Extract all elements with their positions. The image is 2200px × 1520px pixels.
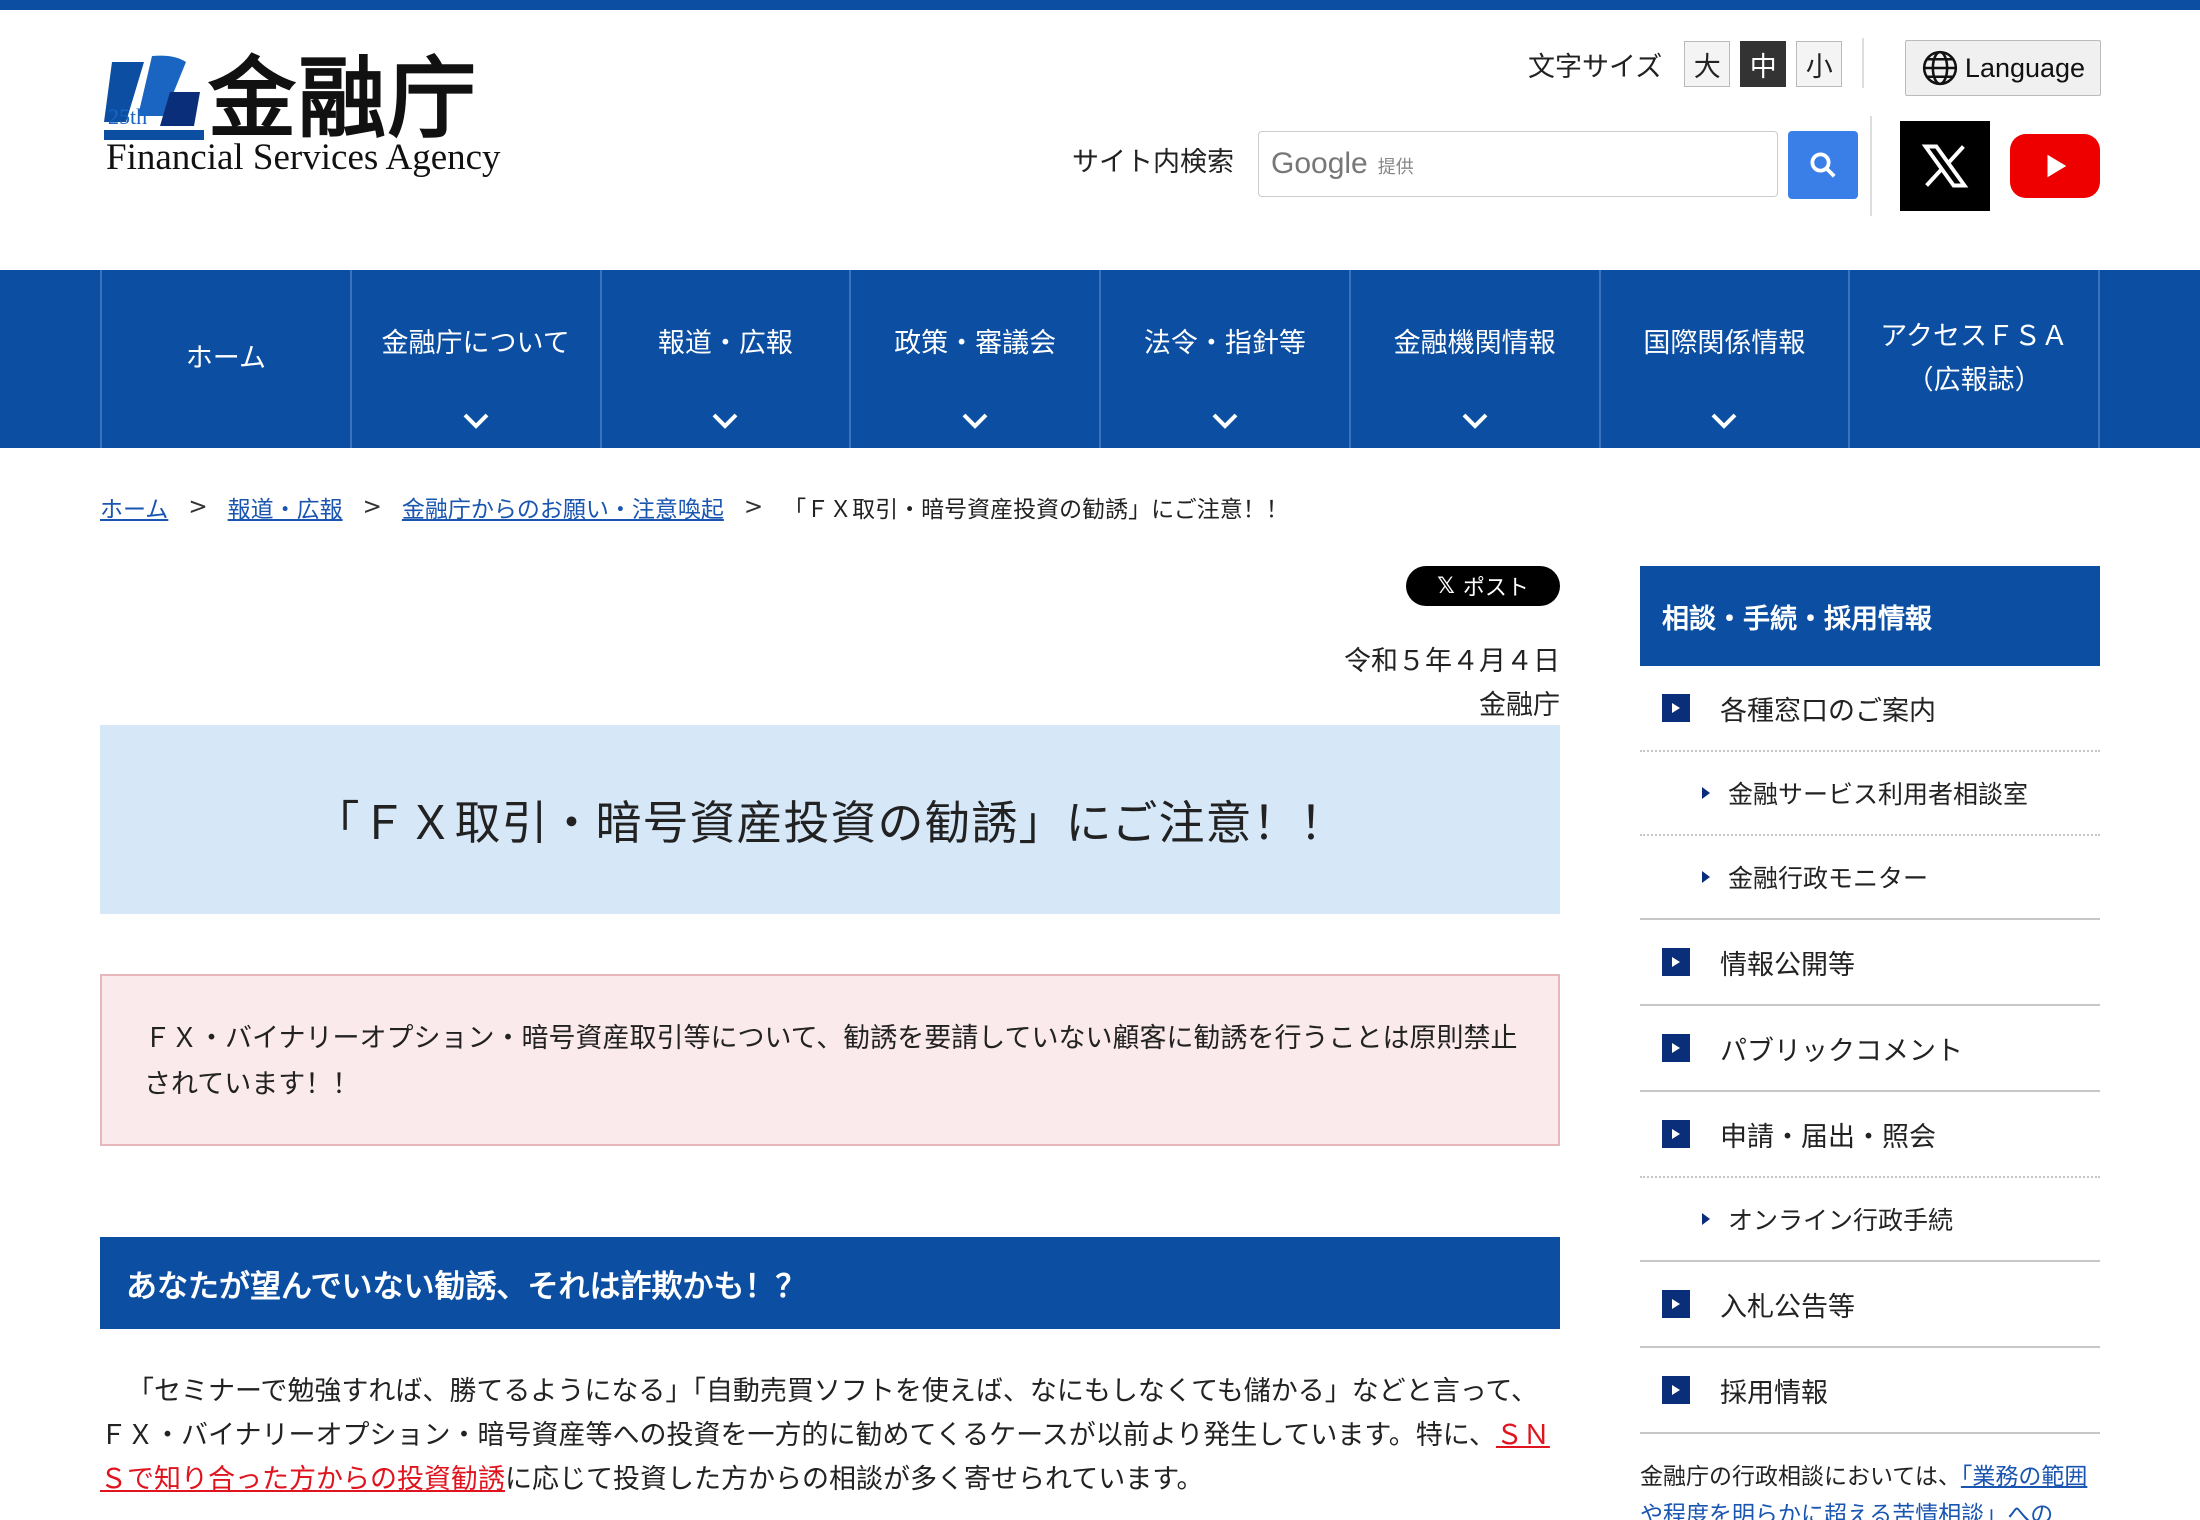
x-social-link[interactable] — [1900, 121, 1990, 211]
chevron-down-icon — [1711, 413, 1737, 429]
sidebar-item-label: 情報公開等 — [1720, 949, 1855, 981]
font-size-label: 文字サイズ — [1528, 51, 1663, 83]
breadcrumb-separator: > — [362, 494, 382, 520]
nav-item-access-fsa[interactable]: アクセスＦＳＡ （広報誌） — [1850, 270, 2100, 448]
nav-item-home[interactable]: ホーム — [102, 270, 352, 448]
triangle-right-icon — [1702, 1213, 1710, 1225]
nav-item-international[interactable]: 国際関係情報 — [1601, 270, 1851, 448]
site-search-label: サイト内検索 — [1072, 147, 1234, 178]
sidebar-item-label: 金融行政モニター — [1728, 864, 1929, 893]
font-size-large-button[interactable]: 大 — [1684, 41, 1731, 87]
language-button[interactable]: Language — [1905, 40, 2101, 96]
nav-item-press[interactable]: 報道・広報 — [602, 270, 852, 448]
publisher: 金融庁 — [1479, 690, 1560, 721]
x-logo-icon: 𝕏 — [1437, 573, 1455, 599]
nav-item-label: 政策・審議会 — [894, 328, 1057, 359]
sidebar-item-applications[interactable]: 申請・届出・照会 — [1640, 1092, 2100, 1178]
logo-title: 金融庁 — [208, 46, 479, 150]
sidebar-item-public-comment[interactable]: パブリックコメント — [1640, 1006, 2100, 1092]
top-accent-bar — [0, 0, 2200, 10]
sidebar-heading: 相談・手続・採用情報 — [1640, 566, 2100, 666]
nav-item-institutions[interactable]: 金融機関情報 — [1351, 270, 1601, 448]
font-size-medium-button[interactable]: 中 — [1740, 41, 1787, 87]
youtube-play-icon — [2047, 154, 2067, 178]
sidebar-note: 金融庁の行政相談においては、「業務の範囲や程度を明らかに超える苦情相談」への — [1640, 1458, 2100, 1520]
breadcrumb-link-home[interactable]: ホーム — [100, 490, 168, 524]
chevron-down-icon — [463, 413, 489, 429]
search-button[interactable] — [1788, 131, 1858, 199]
breadcrumb-link-notices[interactable]: 金融庁からのお願い・注意喚起 — [402, 490, 724, 524]
page-title: 「ＦＸ取引・暗号資産投資の勧誘」にご注意！！ — [100, 725, 1560, 914]
arrow-right-icon — [1662, 948, 1690, 976]
sidebar-subitem-consult-room[interactable]: 金融サービス利用者相談室 — [1640, 752, 2100, 836]
google-brand-text: Google 提供 — [1271, 147, 1414, 180]
breadcrumb-separator: > — [188, 494, 208, 520]
search-icon — [1810, 152, 1836, 178]
sidebar-item-label: 入札公告等 — [1720, 1291, 1855, 1323]
arrow-right-icon — [1662, 694, 1690, 722]
nav-item-label-line1: アクセスＦＳＡ — [1880, 321, 2068, 352]
site-search-input[interactable]: Google 提供 — [1258, 131, 1778, 197]
x-logo-icon — [1921, 144, 1969, 188]
sidebar-item-label: 申請・届出・照会 — [1720, 1121, 1936, 1153]
nav-item-policy[interactable]: 政策・審議会 — [851, 270, 1101, 448]
section-heading: あなたが望んでいない勧誘、それは詐欺かも！？ — [100, 1237, 1560, 1329]
post-button-label: ポスト — [1462, 576, 1529, 601]
notice-box: ＦＸ・バイナリーオプション・暗号資産取引等について、勧誘を要請していない顧客に勧… — [100, 974, 1560, 1146]
nav-item-label: 金融庁について — [381, 328, 570, 359]
font-size-small-button[interactable]: 小 — [1796, 41, 1843, 87]
sidebar-item-label: パブリックコメント — [1720, 1035, 1963, 1067]
header-divider — [1862, 38, 1864, 88]
sidebar-item-recruitment[interactable]: 採用情報 — [1640, 1348, 2100, 1434]
sidebar: 相談・手続・採用情報 各種窓口のご案内 金融サービス利用者相談室 金融行政モニタ… — [1640, 566, 2100, 1520]
chevron-down-icon — [1212, 413, 1238, 429]
arrow-right-icon — [1662, 1034, 1690, 1062]
sidebar-item-contact[interactable]: 各種窓口のご案内 — [1640, 666, 2100, 752]
sidebar-subitem-monitor[interactable]: 金融行政モニター — [1640, 836, 2100, 920]
global-navigation: ホーム 金融庁について 報道・広報 政策・審議会 法令・指針等 金融機関情報 国… — [0, 270, 2200, 448]
fsa-logo-mark-icon: 25th — [104, 55, 204, 140]
sidebar-item-disclosure[interactable]: 情報公開等 — [1640, 920, 2100, 1006]
nav-item-label: 法令・指針等 — [1143, 328, 1306, 359]
globe-icon — [1922, 50, 1958, 86]
sidebar-item-label: 各種窓口のご案内 — [1720, 695, 1936, 727]
sidebar-item-tenders[interactable]: 入札公告等 — [1640, 1262, 2100, 1348]
language-label: Language — [1964, 52, 2086, 83]
sidebar-item-label: 金融サービス利用者相談室 — [1728, 780, 2029, 809]
breadcrumb: ホーム > 報道・広報 > 金融庁からのお願い・注意喚起 > 「ＦＸ取引・暗号資… — [100, 490, 1289, 524]
chevron-down-icon — [962, 413, 988, 429]
nav-item-label-line2: （広報誌） — [1906, 365, 2042, 396]
body-paragraph: 「セミナーで勉強すれば、勝てるようになる」「自動売買ソフトを使えば、なにもしなく… — [100, 1376, 1550, 1495]
triangle-right-icon — [1702, 787, 1710, 799]
logo-subtitle: Financial Services Agency — [106, 137, 501, 178]
nav-item-label: 国際関係情報 — [1643, 328, 1806, 359]
nav-item-laws[interactable]: 法令・指針等 — [1101, 270, 1351, 448]
site-logo[interactable]: 25th 金融庁 Financial Services Agency — [104, 50, 504, 180]
breadcrumb-link-press[interactable]: 報道・広報 — [228, 490, 343, 524]
publish-info: 令和５年４月４日 金融庁 — [1344, 640, 1560, 728]
x-post-button[interactable]: 𝕏 ポスト — [1406, 566, 1560, 606]
nav-item-label: 金融機関情報 — [1393, 328, 1556, 359]
arrow-right-icon — [1662, 1120, 1690, 1148]
triangle-right-icon — [1702, 871, 1710, 883]
chevron-down-icon — [712, 413, 738, 429]
chevron-down-icon — [1462, 413, 1488, 429]
breadcrumb-separator: > — [743, 494, 764, 520]
youtube-social-link[interactable] — [2010, 134, 2100, 198]
arrow-right-icon — [1662, 1376, 1690, 1404]
arrow-right-icon — [1662, 1290, 1690, 1318]
publish-date: 令和５年４月４日 — [1344, 646, 1560, 677]
nav-item-about[interactable]: 金融庁について — [352, 270, 602, 448]
nav-item-label: 報道・広報 — [657, 328, 793, 359]
sidebar-item-label: 採用情報 — [1720, 1377, 1828, 1409]
font-size-switcher: 文字サイズ 大 中 小 — [1528, 40, 1843, 88]
logo-mark-text: 25th — [108, 104, 147, 129]
header-divider-sns — [1870, 116, 1872, 216]
sidebar-item-label: オンライン行政手続 — [1728, 1206, 1954, 1235]
breadcrumb-current: 「ＦＸ取引・暗号資産投資の勧誘」にご注意！！ — [783, 497, 1289, 523]
sidebar-subitem-online-procedures[interactable]: オンライン行政手続 — [1640, 1178, 2100, 1262]
nav-item-label: ホーム — [185, 343, 266, 374]
